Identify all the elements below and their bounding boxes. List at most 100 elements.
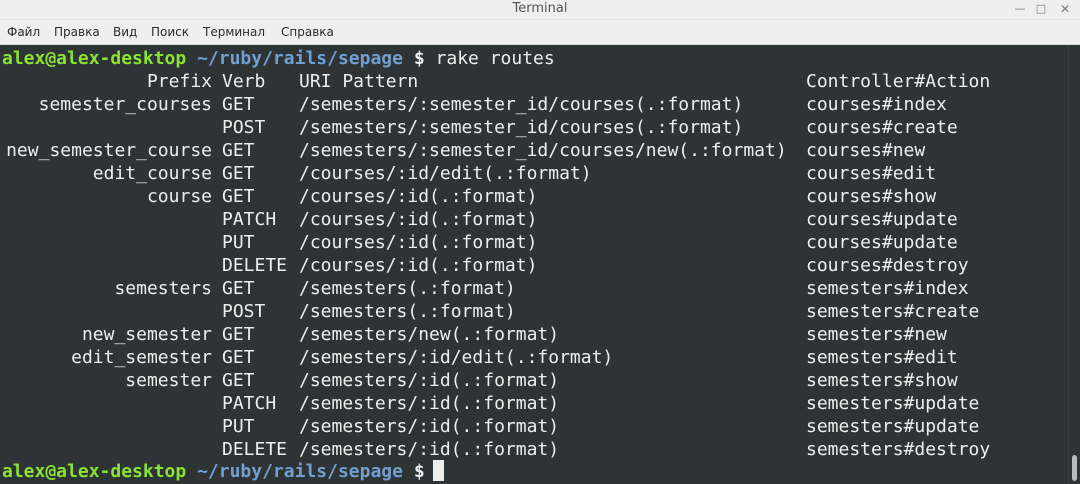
route-verb: GET xyxy=(222,278,255,299)
route-row: PATCH/semesters/:id(.:format) semesters#u… xyxy=(2,392,1062,415)
route-uri: /courses/:id(.:format) xyxy=(299,186,538,207)
route-row: edit_semester GET/semesters/:id/edit(.:fo… xyxy=(2,346,1062,369)
route-row: PATCH/courses/:id(.:format) courses#updat… xyxy=(2,208,1062,231)
route-row: semesters GET/semesters(.:format) semester… xyxy=(2,277,1062,300)
window-title: Terminal xyxy=(512,1,568,16)
menu-help[interactable]: Справка xyxy=(281,20,334,45)
route-uri: /semesters/new(.:format) xyxy=(299,324,560,345)
text-cursor xyxy=(432,460,444,481)
route-row: POST/semesters/:semester_id/courses(.:fo… xyxy=(2,116,1062,139)
route-verb: POST xyxy=(222,301,266,322)
route-verb: DELETE xyxy=(222,439,288,460)
title-bar[interactable]: Terminal — □ ✕ xyxy=(0,0,1080,20)
command-text: rake routes xyxy=(435,48,555,69)
route-uri: /semesters/:semester_id/courses(.:format… xyxy=(299,94,744,115)
prompt-line-current: alex@alex-desktop ~/ruby/rails/sepage $ xyxy=(2,460,444,483)
route-row: semester_courses GET/semesters/:semester_… xyxy=(2,93,1062,116)
route-uri: /semesters/:id(.:format) xyxy=(299,416,560,437)
route-prefix: edit_semester xyxy=(71,347,212,368)
menu-view[interactable]: Вид xyxy=(113,20,137,45)
route-row: edit_course GET/courses/:id/edit(.:format… xyxy=(2,162,1062,185)
route-verb: PATCH xyxy=(222,209,277,230)
terminal-output[interactable]: alex@alex-desktop ~/ruby/rails/sepage $ … xyxy=(0,45,1068,484)
route-prefix: semesters xyxy=(114,278,212,299)
route-row: semester GET/semesters/:id(.:format) semes… xyxy=(2,369,1062,392)
route-uri: /courses/:id(.:format) xyxy=(299,232,538,253)
route-verb: DELETE xyxy=(222,255,288,276)
route-row: PUT/semesters/:id(.:format) semesters#upd… xyxy=(2,415,1062,438)
route-uri: /courses/:id(.:format) xyxy=(299,255,538,276)
menu-file[interactable]: Файл xyxy=(7,20,40,45)
route-action: courses#new xyxy=(806,140,926,161)
route-row: new_semester_course GET/semesters/:semest… xyxy=(2,139,1062,162)
route-uri: /semesters/:id(.:format) xyxy=(299,393,560,414)
route-row: DELETE/semesters/:id(.:format) semesters#… xyxy=(2,438,1062,461)
route-action: semesters#new xyxy=(806,324,947,345)
prompt-user-host: alex@alex-desktop xyxy=(2,48,187,69)
route-uri: /semesters(.:format) xyxy=(299,301,516,322)
route-action: courses#create xyxy=(806,117,958,138)
scrollbar-thumb[interactable] xyxy=(1072,455,1077,481)
route-action: courses#update xyxy=(806,232,958,253)
route-verb: PUT xyxy=(222,416,255,437)
route-action: courses#show xyxy=(806,186,937,207)
route-prefix: semester_courses xyxy=(38,94,212,115)
route-verb: GET xyxy=(222,140,255,161)
prompt-dollar: $ xyxy=(413,48,425,69)
route-row: course GET/courses/:id(.:format) courses#s… xyxy=(2,185,1062,208)
routes-header: Prefix Verb URI Pattern Controller#Actio… xyxy=(2,70,1062,93)
route-uri: /courses/:id/edit(.:format) xyxy=(299,163,592,184)
menu-bar: Файл Правка Вид Поиск Терминал Справка xyxy=(0,20,1080,45)
route-action: courses#index xyxy=(806,94,947,115)
route-row: PUT/courses/:id(.:format) courses#update xyxy=(2,231,1062,254)
route-uri: /semesters(.:format) xyxy=(299,278,516,299)
route-uri: /semesters/:id(.:format) xyxy=(299,439,560,460)
menu-edit[interactable]: Правка xyxy=(54,20,100,45)
route-action: semesters#edit xyxy=(806,347,958,368)
prompt-dollar: $ xyxy=(413,461,425,482)
route-action: courses#edit xyxy=(806,163,937,184)
route-action: semesters#index xyxy=(806,278,969,299)
route-uri: /semesters/:id/edit(.:format) xyxy=(299,347,614,368)
route-action: semesters#show xyxy=(806,370,958,391)
prompt-line: alex@alex-desktop ~/ruby/rails/sepage $ … xyxy=(2,47,555,70)
route-action: courses#destroy xyxy=(806,255,969,276)
route-verb: GET xyxy=(222,324,255,345)
minimize-icon[interactable]: — xyxy=(1010,0,1030,20)
menu-search[interactable]: Поиск xyxy=(151,20,189,45)
route-verb: PUT xyxy=(222,232,255,253)
route-uri: /semesters/:semester_id/courses(.:format… xyxy=(299,117,744,138)
route-verb: GET xyxy=(222,186,255,207)
route-action: semesters#update xyxy=(806,416,980,437)
route-row: POST/semesters(.:format) semesters#create xyxy=(2,300,1062,323)
route-uri: /semesters/:semester_id/courses/new(.:fo… xyxy=(299,140,787,161)
route-verb: GET xyxy=(222,94,255,115)
header-prefix: Prefix xyxy=(146,71,212,92)
route-prefix: new_semester_course xyxy=(6,140,212,161)
scrollbar-track[interactable] xyxy=(1068,45,1080,484)
header-verb: Verb xyxy=(222,71,266,92)
terminal-window: Terminal — □ ✕ Файл Правка Вид Поиск Тер… xyxy=(0,0,1080,484)
route-verb: GET xyxy=(222,347,255,368)
header-uri: URI Pattern xyxy=(299,71,419,92)
route-action: semesters#update xyxy=(806,393,980,414)
route-prefix: course xyxy=(146,186,212,207)
route-uri: /semesters/:id(.:format) xyxy=(299,370,560,391)
close-icon[interactable]: ✕ xyxy=(1055,0,1075,20)
prompt-user-host: alex@alex-desktop xyxy=(2,461,187,482)
route-verb: GET xyxy=(222,163,255,184)
route-verb: POST xyxy=(222,117,266,138)
maximize-icon[interactable]: □ xyxy=(1031,0,1051,20)
route-prefix: new_semester xyxy=(81,324,212,345)
route-verb: GET xyxy=(222,370,255,391)
route-prefix: semester xyxy=(125,370,212,391)
route-action: courses#update xyxy=(806,209,958,230)
route-prefix: edit_course xyxy=(92,163,212,184)
route-verb: PATCH xyxy=(222,393,277,414)
route-action: semesters#create xyxy=(806,301,980,322)
route-row: DELETE/courses/:id(.:format) courses#dest… xyxy=(2,254,1062,277)
menu-terminal[interactable]: Терминал xyxy=(203,20,265,45)
route-action: semesters#destroy xyxy=(806,439,991,460)
header-action: Controller#Action xyxy=(806,71,991,92)
prompt-path: ~/ruby/rails/sepage xyxy=(197,461,403,482)
